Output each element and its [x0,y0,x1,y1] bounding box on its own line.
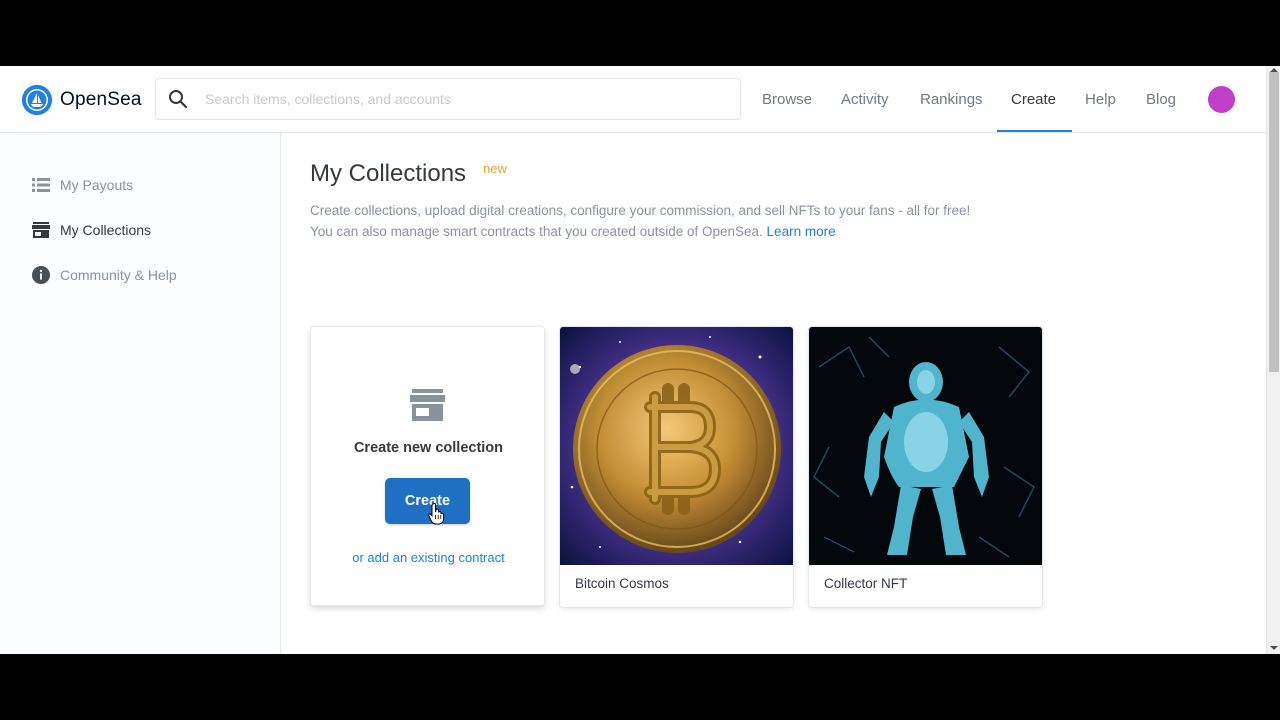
collection-card-bitcoin-cosmos[interactable]: Bitcoin Cosmos [559,326,794,608]
page-scrollbar[interactable] [1266,66,1280,654]
create-card-title: Create new collection [353,440,504,456]
collection-name: Collector NFT [824,576,908,591]
bitcoin-cosmos-image [560,327,793,565]
active-tab-indicator [997,130,1072,132]
storefront-icon [32,221,50,239]
nav-rankings[interactable]: Rankings [920,66,983,133]
main-content: My Collections new Create collections, u… [282,133,1266,654]
new-badge: new [483,161,507,176]
list-icon [32,176,50,194]
description-text: You can also manage smart contracts that… [310,224,763,239]
letterbox-top [0,0,1280,66]
nav-help[interactable]: Help [1085,66,1116,133]
letterbox-bottom [0,654,1280,720]
search-icon [169,90,188,109]
scrollbar-thumb[interactable] [1269,72,1279,372]
nav-create[interactable]: Create [1011,66,1056,133]
sidebar-item-my-payouts[interactable]: My Payouts [32,174,133,196]
search-input[interactable] [205,91,725,107]
sidebar-item-my-collections[interactable]: My Collections [32,219,151,241]
description-line-2: You can also manage smart contracts that… [310,221,1070,242]
sidebar-item-label: My Collections [60,222,152,238]
nav-blog[interactable]: Blog [1146,66,1176,133]
page-title: My Collections [310,160,467,187]
sidebar-item-community-help[interactable]: Community & Help [32,264,177,286]
info-icon [32,266,50,284]
search-bar[interactable] [155,78,741,120]
nav-activity[interactable]: Activity [841,66,889,133]
opensea-logo-icon [22,85,52,115]
collection-name: Bitcoin Cosmos [575,576,669,591]
page-description: Create collections, upload digital creat… [310,200,1070,242]
add-existing-contract-link[interactable]: or add an existing contract [311,550,544,565]
user-avatar[interactable] [1208,86,1235,113]
description-line-1: Create collections, upload digital creat… [310,203,971,218]
sidebar: My Payouts My Collections Community & He… [0,133,281,654]
create-collection-card: Create new collection Create or add an e… [310,326,545,606]
sidebar-item-label: Community & Help [60,267,177,283]
hand-cursor-icon [428,503,444,525]
browser-viewport: OpenSea Browse Activity Rankings Create … [0,66,1280,654]
logo-text: OpenSea [60,89,142,110]
learn-more-link[interactable]: Learn more [767,224,836,239]
storefront-icon [410,389,445,421]
sidebar-item-label: My Payouts [60,177,134,193]
collection-card-collector-nft[interactable]: Collector NFT [808,326,1043,608]
opensea-logo[interactable]: OpenSea [22,84,142,116]
nav-browse[interactable]: Browse [762,66,812,133]
scroll-down-arrow-icon[interactable] [1270,646,1278,650]
collector-nft-image [809,327,1042,565]
top-navbar: OpenSea Browse Activity Rankings Create … [0,66,1266,133]
